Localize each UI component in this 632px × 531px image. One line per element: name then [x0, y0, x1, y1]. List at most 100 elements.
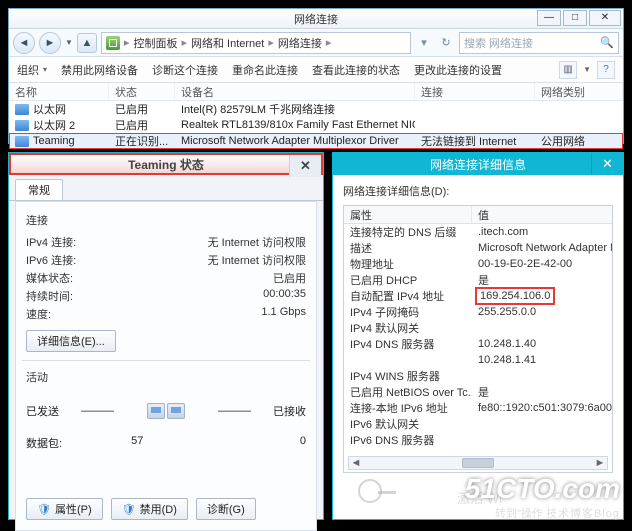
speed-value: 1.1 Gbps — [116, 306, 306, 322]
adapter-icon — [15, 136, 29, 147]
detail-row[interactable]: 连接-本地 IPv6 地址fe80::1920:c501:3079:6a00%2… — [344, 400, 612, 416]
media-label: 媒体状态: — [26, 270, 116, 286]
disable-device-button[interactable]: 禁用此网络设备 — [61, 62, 138, 78]
col-status[interactable]: 状态 — [109, 83, 175, 100]
scroll-thumb[interactable] — [462, 458, 494, 468]
minimize-button[interactable]: — — [537, 10, 561, 26]
help-icon[interactable]: ? — [597, 61, 615, 79]
scroll-left-icon[interactable]: ◄ — [349, 457, 363, 469]
close-button[interactable]: ✕ — [589, 10, 621, 26]
adapter-list: 以太网已启用Intel(R) 82579LM 千兆网络连接以太网 2已启用Rea… — [9, 101, 623, 149]
detail-row[interactable]: 自动配置 IPv4 地址169.254.106.0 — [344, 288, 612, 304]
column-headers[interactable]: 名称 状态 设备名 连接 网络类别 — [9, 83, 623, 101]
disable-button[interactable]: 🛡禁用(D) — [111, 498, 188, 520]
organize-menu[interactable]: 组织 — [17, 62, 47, 78]
properties-button[interactable]: 🛡属性(P) — [26, 498, 103, 520]
titlebar: 网络连接 — □ ✕ — [9, 9, 623, 29]
close-button[interactable]: ✕ — [591, 153, 623, 175]
group-activity: 活动 — [26, 369, 306, 385]
ipv4-conn-value: 无 Internet 访问权限 — [116, 234, 306, 250]
connection-details-window: 网络连接详细信息 ✕ 网络连接详细信息(D): 属性 值 连接特定的 DNS 后… — [332, 152, 624, 520]
view-status-button[interactable]: 查看此连接的状态 — [312, 62, 400, 78]
breadcrumb-seg[interactable]: 网络和 Internet — [191, 35, 264, 51]
status-titlebar[interactable]: Teaming 状态 ✕ — [9, 153, 323, 175]
ipv6-conn-value: 无 Internet 访问权限 — [116, 252, 306, 268]
detail-row[interactable]: 描述Microsoft Network Adapter Multiplexor — [344, 240, 612, 256]
view-dropdown-icon[interactable]: ▼ — [583, 65, 591, 74]
packets-recv: 0 — [246, 435, 306, 451]
packets-label: 数据包: — [26, 435, 62, 451]
tab-strip: 常规 — [9, 179, 323, 201]
packets-sent: 57 — [83, 435, 143, 451]
maximize-button[interactable]: □ — [563, 10, 587, 26]
change-settings-button[interactable]: 更改此连接的设置 — [414, 62, 502, 78]
details-caption: 网络连接详细信息(D): — [343, 183, 613, 199]
status-title: Teaming 状态 — [128, 156, 204, 173]
status-panel: 连接 IPv4 连接:无 Internet 访问权限 IPv6 连接:无 Int… — [15, 201, 317, 531]
up-button[interactable]: ▲ — [77, 33, 97, 53]
detail-row[interactable]: IPv4 默认网关 — [344, 320, 612, 336]
rename-button[interactable]: 重命名此连接 — [232, 62, 298, 78]
detail-row[interactable]: 连接特定的 DNS 后缀.itech.com — [344, 224, 612, 240]
details-titlebar[interactable]: 网络连接详细信息 ✕ — [333, 153, 623, 175]
details-grid: 属性 值 连接特定的 DNS 后缀.itech.com描述Microsoft N… — [343, 205, 613, 473]
back-button[interactable]: ◄ — [13, 32, 35, 54]
col-property[interactable]: 属性 — [344, 206, 472, 223]
details-button[interactable]: 详细信息(E)... — [26, 330, 116, 352]
teaming-status-window: Teaming 状态 ✕ 常规 连接 IPv4 连接:无 Internet 访问… — [8, 152, 324, 520]
col-value[interactable]: 值 — [472, 206, 612, 223]
network-connections-window: 网络连接 — □ ✕ ◄ ► ▼ ▲ ▸ 控制面板 ▸ 网络和 Internet… — [8, 8, 624, 144]
window-title: 网络连接 — [294, 11, 338, 27]
search-icon: 🔍 — [600, 36, 614, 49]
horizontal-scrollbar[interactable]: ◄ ► — [348, 456, 608, 470]
details-title: 网络连接详细信息 — [430, 156, 526, 173]
activity-row: 已发送 ——— ——— 已接收 — [26, 391, 306, 431]
adapter-icon — [15, 120, 29, 131]
sent-label: 已发送 — [26, 403, 59, 419]
detail-row[interactable]: 物理地址00-19-E0-2E-42-00 — [344, 256, 612, 272]
detail-row[interactable]: IPv4 DNS 服务器10.248.1.40 — [344, 336, 612, 352]
detail-row[interactable]: 10.248.1.41 — [344, 352, 612, 368]
duration-label: 持续时间: — [26, 288, 116, 304]
divider — [22, 360, 310, 361]
window-buttons: — □ ✕ — [537, 10, 621, 26]
details-body: 网络连接详细信息(D): 属性 值 连接特定的 DNS 后缀.itech.com… — [333, 175, 623, 481]
scroll-right-icon[interactable]: ► — [593, 457, 607, 469]
adapter-row[interactable]: Teaming正在识别...Microsoft Network Adapter … — [9, 133, 623, 149]
adapter-row[interactable]: 以太网 2已启用Realtek RTL8139/810x Family Fast… — [9, 117, 623, 133]
search-input[interactable]: 搜索 网络连接 🔍 — [459, 32, 619, 54]
diagnose-button[interactable]: 诊断(G) — [196, 498, 256, 520]
col-name[interactable]: 名称 — [9, 83, 109, 100]
dropdown-icon[interactable]: ▾ — [415, 34, 433, 52]
detail-row[interactable]: 已启用 DHCP是 — [344, 272, 612, 288]
detail-row[interactable]: IPv4 子网掩码255.255.0.0 — [344, 304, 612, 320]
details-rows: 连接特定的 DNS 后缀.itech.com描述Microsoft Networ… — [344, 224, 612, 448]
recent-dropdown[interactable]: ▼ — [65, 38, 73, 47]
close-button[interactable]: ✕ — [289, 155, 321, 177]
tab-general[interactable]: 常规 — [15, 179, 63, 200]
details-header[interactable]: 属性 值 — [344, 206, 612, 224]
address-bar[interactable]: ▸ 控制面板 ▸ 网络和 Internet ▸ 网络连接 ▸ — [101, 32, 411, 54]
detail-row[interactable]: IPv6 默认网关 — [344, 416, 612, 432]
col-device[interactable]: 设备名 — [175, 83, 415, 100]
refresh-icon[interactable]: ↻ — [437, 34, 455, 52]
breadcrumb-seg[interactable]: 网络连接 — [278, 35, 322, 51]
adapter-icon — [15, 104, 29, 115]
status-button-bar: 🛡属性(P) 🛡禁用(D) 诊断(G) — [26, 498, 256, 520]
adapter-row[interactable]: 以太网已启用Intel(R) 82579LM 千兆网络连接 — [9, 101, 623, 117]
detail-row[interactable]: IPv6 DNS 服务器 — [344, 432, 612, 448]
detail-row[interactable]: 已启用 NetBIOS over Tc...是 — [344, 384, 612, 400]
detail-row[interactable]: IPv4 WINS 服务器 — [344, 368, 612, 384]
recv-label: 已接收 — [273, 403, 306, 419]
forward-button[interactable]: ► — [39, 32, 61, 54]
activity-icon — [136, 391, 196, 431]
ipv6-conn-label: IPv6 连接: — [26, 252, 116, 268]
diagnose-button[interactable]: 诊断这个连接 — [152, 62, 218, 78]
speed-label: 速度: — [26, 306, 116, 322]
key-icon — [358, 479, 382, 503]
toolbar: 组织 禁用此网络设备 诊断这个连接 重命名此连接 查看此连接的状态 更改此连接的… — [9, 57, 623, 83]
col-conn[interactable]: 连接 — [415, 83, 535, 100]
view-options-icon[interactable]: ▥ — [559, 61, 577, 79]
breadcrumb-seg[interactable]: 控制面板 — [133, 35, 177, 51]
col-category[interactable]: 网络类别 — [535, 83, 623, 100]
